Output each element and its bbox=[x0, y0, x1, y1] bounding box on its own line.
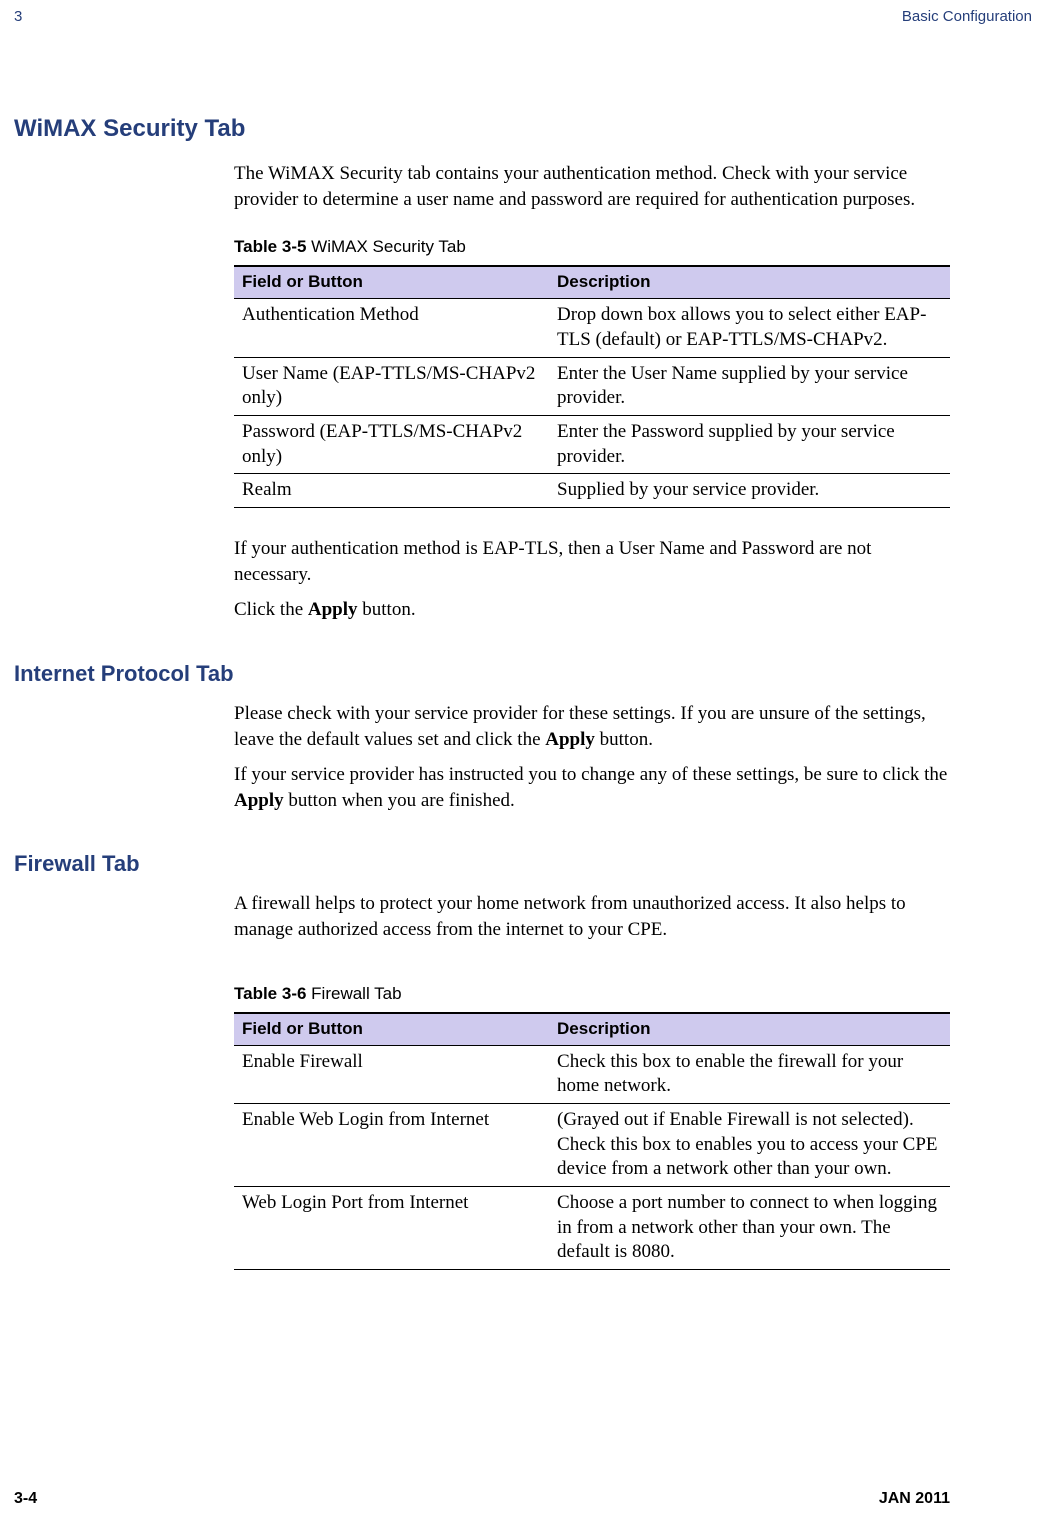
table-row: Enable Web Login from Internet (Grayed o… bbox=[234, 1103, 950, 1186]
table-3-5-title: WiMAX Security Tab bbox=[306, 237, 465, 256]
cell-field: Enable Web Login from Internet bbox=[234, 1103, 549, 1186]
col-field-or-button: Field or Button bbox=[234, 266, 549, 298]
chapter-title: Basic Configuration bbox=[902, 8, 1032, 25]
table-row: User Name (EAP-TTLS/MS-CHAPv2 only) Ente… bbox=[234, 357, 950, 415]
table-row: Enable Firewall Check this box to enable… bbox=[234, 1045, 950, 1103]
cell-desc: Choose a port number to connect to when … bbox=[549, 1187, 950, 1270]
cell-field: Enable Firewall bbox=[234, 1045, 549, 1103]
cell-field: User Name (EAP-TTLS/MS-CHAPv2 only) bbox=[234, 357, 549, 415]
section1-intro: The WiMAX Security tab contains your aut… bbox=[234, 161, 950, 212]
table-3-5-number: Table 3-5 bbox=[234, 237, 306, 256]
table-header-row: Field or Button Description bbox=[234, 1013, 950, 1045]
text: Click the bbox=[234, 599, 308, 620]
section2-body: Please check with your service provider … bbox=[234, 701, 950, 814]
table-3-6: Field or Button Description Enable Firew… bbox=[234, 1012, 950, 1270]
table-header-row: Field or Button Description bbox=[234, 266, 950, 298]
heading-wimax-security-tab: WiMAX Security Tab bbox=[0, 115, 950, 143]
cell-field: Password (EAP-TTLS/MS-CHAPv2 only) bbox=[234, 415, 549, 473]
page-footer: 3-4 JAN 2011 bbox=[14, 1490, 950, 1508]
cell-desc: Drop down box allows you to select eithe… bbox=[549, 299, 950, 357]
text: button. bbox=[595, 729, 653, 750]
text: If your service provider has instructed … bbox=[234, 764, 947, 785]
apply-bold: Apply bbox=[545, 729, 595, 750]
page-header: 3 Basic Configuration bbox=[0, 0, 1050, 25]
cell-desc: Enter the User Name supplied by your ser… bbox=[549, 357, 950, 415]
section3-body: A firewall helps to protect your home ne… bbox=[234, 891, 950, 1270]
section1-after-p2: Click the Apply button. bbox=[234, 597, 950, 623]
cell-field: Realm bbox=[234, 474, 549, 508]
table-3-6-caption: Table 3-6 Firewall Tab bbox=[234, 983, 950, 1006]
document-page: 3 Basic Configuration WiMAX Security Tab… bbox=[0, 0, 1050, 1532]
table-row: Web Login Port from Internet Choose a po… bbox=[234, 1187, 950, 1270]
cell-field: Authentication Method bbox=[234, 299, 549, 357]
col-field-or-button: Field or Button bbox=[234, 1013, 549, 1045]
text: button. bbox=[358, 599, 416, 620]
content-area: WiMAX Security Tab The WiMAX Security ta… bbox=[0, 25, 1050, 1270]
section1-after-p1: If your authentication method is EAP-TLS… bbox=[234, 536, 950, 587]
table-3-6-title: Firewall Tab bbox=[306, 984, 401, 1003]
section1-body: The WiMAX Security tab contains your aut… bbox=[234, 161, 950, 623]
cell-desc: Enter the Password supplied by your serv… bbox=[549, 415, 950, 473]
section2-p2: If your service provider has instructed … bbox=[234, 762, 950, 813]
table-row: Authentication Method Drop down box allo… bbox=[234, 299, 950, 357]
table-3-5: Field or Button Description Authenticati… bbox=[234, 265, 950, 508]
section3-intro: A firewall helps to protect your home ne… bbox=[234, 891, 950, 942]
heading-firewall-tab: Firewall Tab bbox=[0, 851, 950, 877]
text: button when you are finished. bbox=[284, 790, 515, 811]
cell-desc: (Grayed out if Enable Firewall is not se… bbox=[549, 1103, 950, 1186]
cell-desc: Supplied by your service provider. bbox=[549, 474, 950, 508]
apply-bold: Apply bbox=[234, 790, 284, 811]
footer-date: JAN 2011 bbox=[879, 1490, 950, 1508]
table-row: Password (EAP-TTLS/MS-CHAPv2 only) Enter… bbox=[234, 415, 950, 473]
chapter-number: 3 bbox=[14, 8, 22, 25]
cell-field: Web Login Port from Internet bbox=[234, 1187, 549, 1270]
cell-desc: Check this box to enable the firewall fo… bbox=[549, 1045, 950, 1103]
page-number: 3-4 bbox=[14, 1490, 37, 1508]
table-3-5-caption: Table 3-5 WiMAX Security Tab bbox=[234, 236, 950, 259]
section2-p1: Please check with your service provider … bbox=[234, 701, 950, 752]
col-description: Description bbox=[549, 1013, 950, 1045]
table-3-6-number: Table 3-6 bbox=[234, 984, 306, 1003]
table-row: Realm Supplied by your service provider. bbox=[234, 474, 950, 508]
heading-internet-protocol-tab: Internet Protocol Tab bbox=[0, 661, 950, 687]
col-description: Description bbox=[549, 266, 950, 298]
apply-bold: Apply bbox=[308, 599, 358, 620]
